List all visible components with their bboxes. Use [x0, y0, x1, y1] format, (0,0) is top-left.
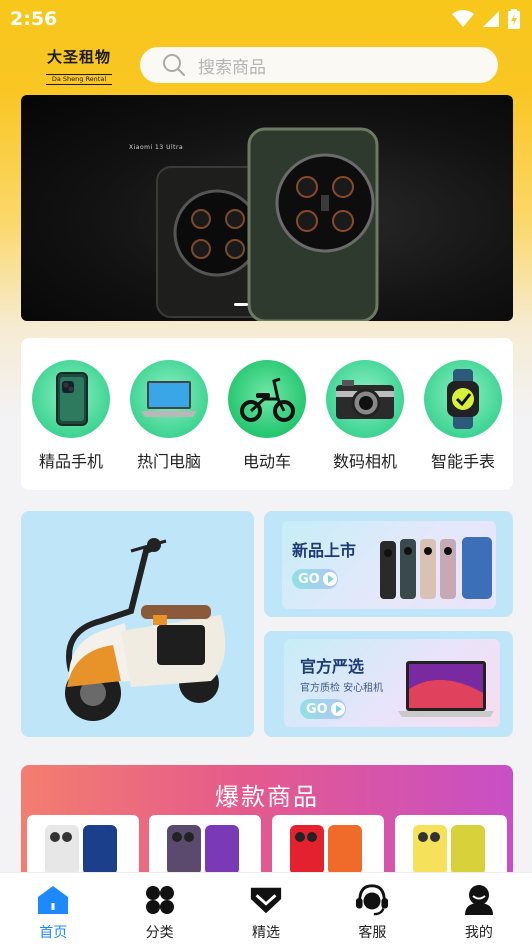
category-icon	[143, 883, 177, 917]
category-item-phones[interactable]: 精品手机	[26, 360, 116, 472]
tab-home[interactable]: 首页	[0, 873, 106, 947]
search-input[interactable]: 搜索商品	[140, 47, 498, 83]
profile-icon	[462, 883, 496, 917]
product-image	[413, 825, 485, 875]
watch-icon	[424, 360, 502, 438]
promo-official-go-button[interactable]: GO	[300, 699, 346, 719]
app-header: 大圣租物 Da Sheng Rental 搜索商品	[0, 44, 532, 88]
category-item-cameras[interactable]: 数码相机	[320, 360, 410, 472]
promo-official-selection[interactable]: 官方严选 官方质检 安心租机 GO	[264, 631, 513, 737]
banner-page-indicator[interactable]	[234, 303, 248, 306]
play-arrow-icon	[322, 572, 337, 586]
tab-label: 客服	[358, 925, 387, 941]
promo-official-title: 官方严选	[300, 657, 365, 676]
tab-label: 分类	[145, 925, 174, 941]
status-icons	[452, 9, 520, 29]
tab-label: 我的	[464, 925, 493, 941]
product-image	[290, 825, 362, 875]
tab-category[interactable]: 分类	[106, 873, 212, 947]
camera-icon	[326, 360, 404, 438]
category-item-ebikes[interactable]: 电动车	[222, 360, 312, 472]
phone-product-image	[156, 127, 379, 321]
tab-customer-service[interactable]: 客服	[319, 873, 425, 947]
category-label: 电动车	[242, 452, 291, 471]
scooter-image	[65, 538, 226, 721]
status-bar: 2:56	[0, 0, 532, 38]
bottom-tab-bar: 首页 分类 精选 客服 我的	[0, 872, 532, 947]
category-label: 智能手表	[430, 452, 495, 471]
category-label: 精品手机	[38, 452, 103, 471]
product-image	[45, 825, 117, 875]
logo-subtext: Da Sheng Rental	[45, 74, 113, 85]
category-grid: 精品手机 热门电脑 电动车 数码相机 智能手表	[21, 338, 513, 490]
hot-products-title: 爆款商品	[215, 783, 319, 811]
laptop-icon	[130, 360, 208, 438]
tab-profile[interactable]: 我的	[426, 873, 532, 947]
logo-text: 大圣租物	[46, 48, 111, 66]
phones-image	[380, 537, 492, 599]
promo-new-go-button[interactable]: GO	[292, 569, 338, 589]
tab-label: 精选	[252, 925, 281, 941]
customer-service-icon	[355, 883, 389, 917]
signal-icon	[483, 11, 499, 27]
go-label: GO	[306, 701, 328, 717]
search-placeholder: 搜索商品	[198, 57, 266, 78]
search-icon	[163, 54, 186, 77]
category-label: 热门电脑	[136, 452, 201, 471]
play-arrow-icon	[330, 702, 345, 716]
promo-official-subtitle: 官方质检 安心租机	[300, 683, 384, 694]
home-icon	[36, 883, 70, 917]
promo-ebike-banner[interactable]	[21, 511, 254, 737]
promo-new-card: 新品上市 GO	[282, 521, 496, 609]
promo-official-card: 官方严选 官方质检 安心租机 GO	[284, 639, 500, 727]
tab-featured[interactable]: 精选	[213, 873, 319, 947]
go-label: GO	[298, 571, 320, 587]
category-item-watches[interactable]: 智能手表	[418, 360, 508, 472]
hero-banner[interactable]: Xiaomi 13 Ultra	[21, 95, 513, 321]
ebike-icon	[228, 360, 306, 438]
category-item-laptops[interactable]: 热门电脑	[124, 360, 214, 472]
tab-label: 首页	[39, 925, 68, 941]
promo-new-arrivals[interactable]: 新品上市 GO	[264, 511, 513, 617]
laptop-image	[398, 661, 494, 717]
promo-new-title: 新品上市	[292, 541, 357, 560]
battery-icon	[508, 9, 520, 29]
product-image	[167, 825, 239, 875]
phone-icon	[32, 360, 110, 438]
status-time: 2:56	[10, 8, 58, 30]
wifi-icon	[452, 10, 474, 27]
featured-icon	[249, 883, 283, 917]
category-label: 数码相机	[332, 452, 397, 471]
logo[interactable]: 大圣租物 Da Sheng Rental	[36, 48, 122, 85]
